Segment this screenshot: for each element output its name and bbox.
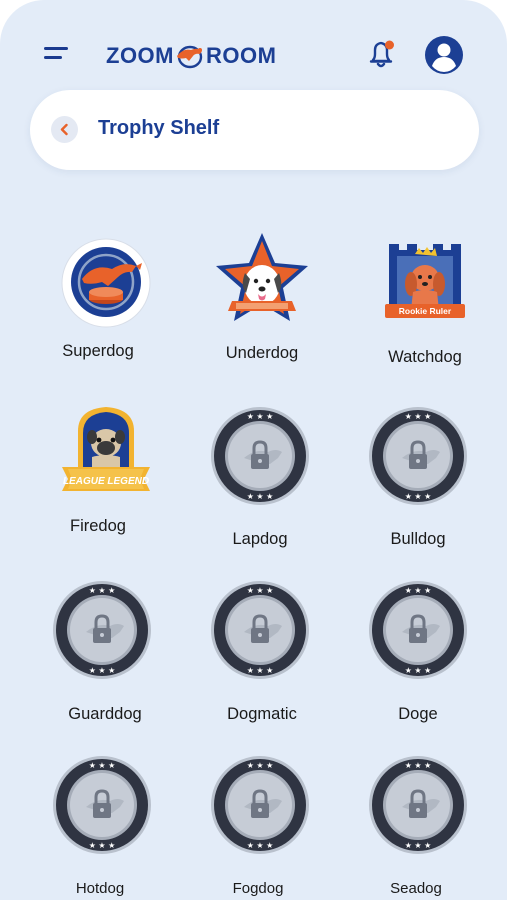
locked-trophy-icon: ★ ★ ★ ★ ★ ★ [211, 756, 309, 854]
trophy-label-underdog: Underdog [225, 344, 299, 362]
svg-text:★ ★ ★: ★ ★ ★ [405, 586, 432, 595]
firedog-trophy-icon: LEAGUE LEGEND [62, 407, 150, 491]
locked-trophy-icon: ★ ★ ★ ★ ★ ★ [369, 581, 467, 679]
svg-text:★ ★ ★: ★ ★ ★ [405, 841, 432, 850]
trophy-dogmatic[interactable]: ★ ★ ★ ★ ★ ★ [200, 580, 320, 680]
trophy-label-hotdog: Hotdog [75, 880, 125, 897]
underdog-trophy-icon [216, 233, 308, 321]
trophy-underdog[interactable] [202, 231, 322, 331]
rookie-ruler-badge-text: Rookie Ruler [399, 306, 452, 316]
back-button[interactable] [51, 116, 78, 143]
trophy-label-bulldog: Bulldog [390, 530, 446, 548]
league-legend-badge-text: LEAGUE LEGEND [63, 476, 149, 487]
trophy-label-superdog: Superdog [62, 342, 134, 360]
svg-text:★ ★ ★: ★ ★ ★ [89, 761, 116, 770]
svg-text:★ ★ ★: ★ ★ ★ [89, 666, 116, 675]
locked-trophy-icon: ★ ★ ★ ★ ★ ★ [211, 581, 309, 679]
locked-trophy-icon: ★ ★ ★ ★ ★ ★ [53, 581, 151, 679]
page-title: Trophy Shelf [98, 117, 220, 139]
watchdog-trophy-icon: Rookie Ruler [385, 244, 465, 318]
trophy-doge[interactable]: ★ ★ ★ ★ ★ ★ [358, 580, 478, 680]
hamburger-menu-icon[interactable] [44, 45, 72, 67]
trophy-label-doge: Doge [398, 705, 438, 723]
locked-trophy-icon: ★ ★ ★ ★ ★ ★ [369, 407, 467, 505]
trophy-label-guarddog: Guarddog [68, 705, 142, 723]
locked-trophy-icon: ★ ★ ★ ★ ★ ★ [369, 756, 467, 854]
trophy-label-dogmatic: Dogmatic [227, 705, 297, 723]
trophy-hotdog[interactable]: ★ ★ ★ ★ ★ ★ [42, 755, 162, 855]
svg-text:★ ★ ★: ★ ★ ★ [247, 666, 274, 675]
trophy-label-fogdog: Fogdog [232, 880, 284, 897]
svg-text:★ ★ ★: ★ ★ ★ [247, 412, 274, 421]
locked-trophy-icon: ★ ★ ★ ★ ★ ★ [211, 407, 309, 505]
page-title-card: Trophy Shelf [30, 90, 479, 170]
locked-trophy-icon: ★ ★ ★ ★ ★ ★ [53, 756, 151, 854]
trophy-guarddog[interactable]: ★ ★ ★ ★ ★ ★ [42, 580, 162, 680]
svg-text:★ ★ ★: ★ ★ ★ [405, 412, 432, 421]
app-screen: ZOOM ROOM Trophy Shelf Superdog Underdog… [0, 0, 507, 900]
svg-text:★ ★ ★: ★ ★ ★ [247, 492, 274, 501]
app-header: ZOOM ROOM [0, 0, 507, 100]
svg-text:★ ★ ★: ★ ★ ★ [247, 586, 274, 595]
trophy-firedog[interactable]: LEAGUE LEGEND [46, 403, 166, 503]
superdog-trophy-icon [61, 238, 151, 328]
leaping-dog-logo-icon [177, 45, 203, 69]
trophy-label-watchdog: Watchdog [388, 348, 462, 366]
logo-text-right: ROOM [206, 43, 277, 68]
trophy-bulldog[interactable]: ★ ★ ★ ★ ★ ★ [358, 406, 478, 506]
logo-text-left: ZOOM [106, 43, 174, 68]
trophy-watchdog[interactable]: Rookie Ruler [365, 238, 485, 338]
trophy-lapdog[interactable]: ★ ★ ★ ★ ★ ★ [200, 406, 320, 506]
svg-text:★ ★ ★: ★ ★ ★ [405, 666, 432, 675]
trophy-label-firedog: Firedog [70, 517, 126, 535]
trophy-label-seadog: Seadog [390, 880, 442, 897]
svg-text:★ ★ ★: ★ ★ ★ [247, 761, 274, 770]
trophy-seadog[interactable]: ★ ★ ★ ★ ★ ★ [358, 755, 478, 855]
trophy-label-lapdog: Lapdog [232, 530, 288, 548]
trophy-fogdog[interactable]: ★ ★ ★ ★ ★ ★ [200, 755, 320, 855]
trophy-superdog[interactable] [46, 233, 166, 333]
zoom-room-logo: ZOOM ROOM [106, 40, 276, 72]
user-avatar-icon[interactable] [424, 35, 464, 75]
svg-text:★ ★ ★: ★ ★ ★ [405, 492, 432, 501]
bell-icon[interactable] [368, 38, 396, 70]
svg-text:★ ★ ★: ★ ★ ★ [89, 841, 116, 850]
svg-text:★ ★ ★: ★ ★ ★ [247, 841, 274, 850]
svg-text:★ ★ ★: ★ ★ ★ [89, 586, 116, 595]
svg-text:★ ★ ★: ★ ★ ★ [405, 761, 432, 770]
chevron-left-icon [60, 123, 68, 136]
